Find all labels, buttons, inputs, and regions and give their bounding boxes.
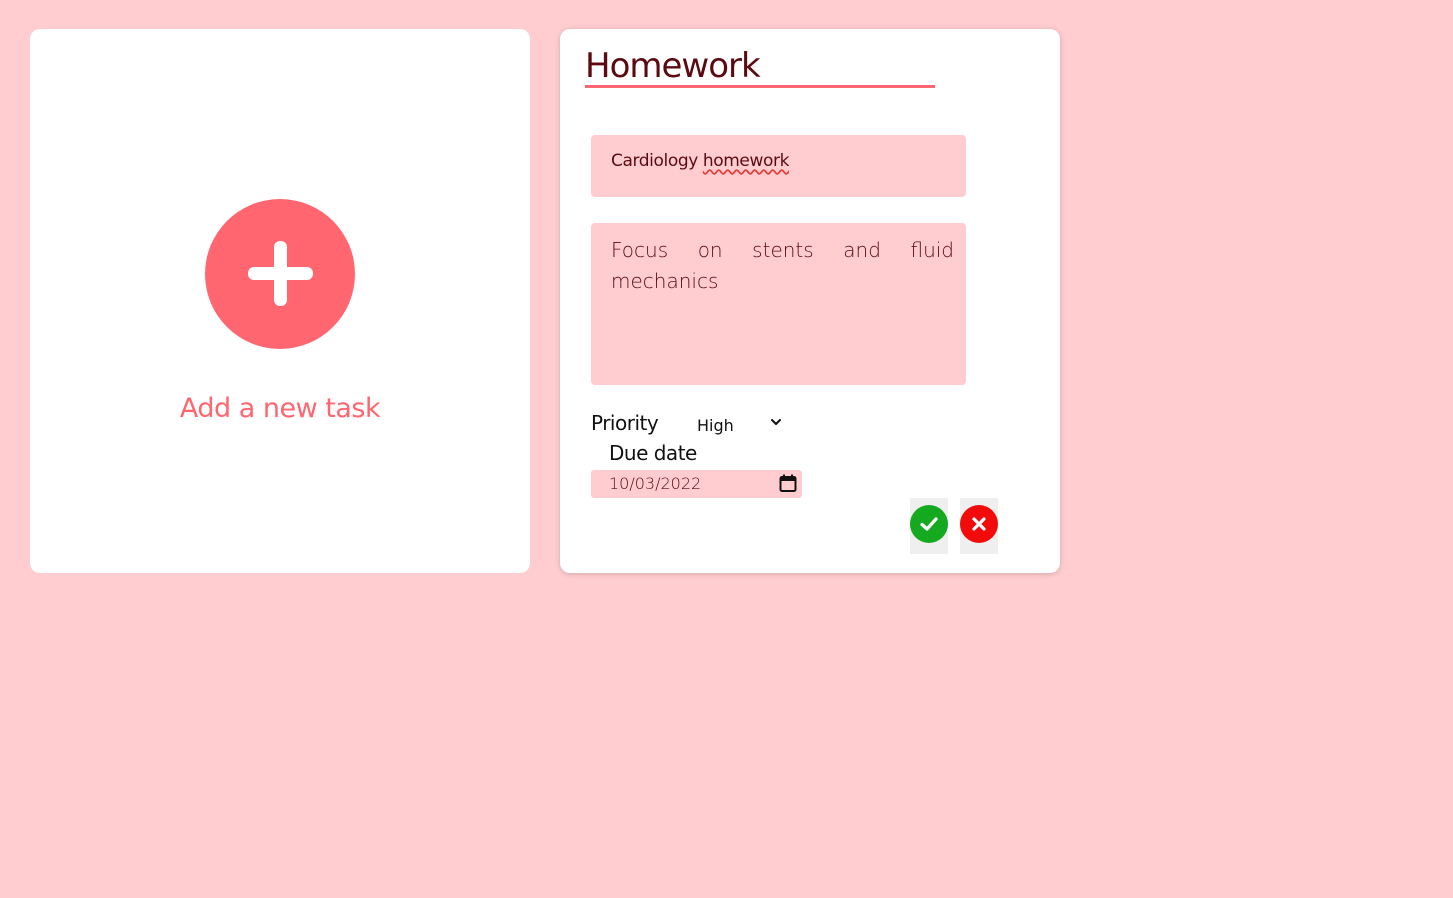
add-task-label: Add a new task <box>179 393 381 424</box>
priority-label: Priority <box>591 411 659 435</box>
close-icon <box>972 517 986 531</box>
task-description-input[interactable]: Focus on stents and fluid mechanics <box>591 223 966 385</box>
chevron-down-icon <box>771 419 781 425</box>
due-date-value: 10/03/2022 <box>609 474 702 493</box>
subtitle-text-b: homework <box>702 151 790 171</box>
task-edit-card: Cardiology homework Focus on stents and … <box>560 29 1060 573</box>
add-task-card[interactable]: Add a new task <box>30 29 530 573</box>
task-subtitle-input[interactable]: Cardiology homework <box>591 135 966 197</box>
confirm-button[interactable] <box>910 498 948 554</box>
subtitle-text-a: Cardiology <box>611 151 703 171</box>
cancel-button[interactable] <box>960 498 998 554</box>
checkmark-icon <box>920 517 938 531</box>
priority-value: High <box>697 416 734 435</box>
task-title-input[interactable] <box>585 47 935 88</box>
add-task-button[interactable] <box>205 199 355 349</box>
due-date-label: Due date <box>609 441 697 465</box>
due-date-input[interactable]: 10/03/2022 <box>591 470 802 498</box>
priority-select[interactable]: High <box>690 413 786 439</box>
calendar-icon[interactable] <box>779 474 797 493</box>
